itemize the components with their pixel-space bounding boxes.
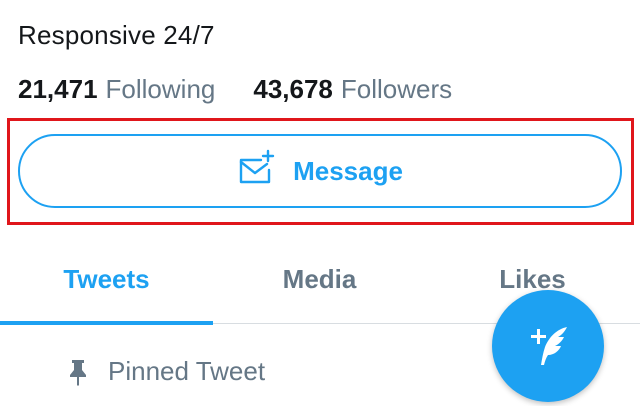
message-button[interactable]: Message bbox=[18, 134, 622, 208]
following-label: Following bbox=[105, 74, 216, 104]
followers-stat[interactable]: 43,678 Followers bbox=[253, 74, 452, 105]
followers-count: 43,678 bbox=[253, 74, 333, 104]
followers-label: Followers bbox=[340, 74, 453, 104]
compose-tweet-icon bbox=[531, 327, 567, 365]
envelope-plus-icon bbox=[239, 149, 275, 184]
profile-stats: 21,471 Following 43,678 Followers bbox=[18, 74, 452, 105]
following-stat[interactable]: 21,471 Following bbox=[18, 74, 215, 105]
pinned-tweet-header: Pinned Tweet bbox=[66, 356, 265, 387]
pin-icon bbox=[70, 359, 86, 386]
compose-tweet-button[interactable] bbox=[492, 290, 604, 402]
tab-media[interactable]: Media bbox=[213, 248, 426, 324]
profile-bio: Responsive 24/7 bbox=[18, 20, 215, 50]
pinned-tweet-label: Pinned Tweet bbox=[108, 356, 266, 386]
message-label: Message bbox=[293, 155, 403, 186]
tab-tweets[interactable]: Tweets bbox=[0, 248, 213, 325]
profile-page: Responsive 24/7 21,471 Following 43,678 … bbox=[0, 0, 640, 406]
following-count: 21,471 bbox=[18, 74, 98, 104]
